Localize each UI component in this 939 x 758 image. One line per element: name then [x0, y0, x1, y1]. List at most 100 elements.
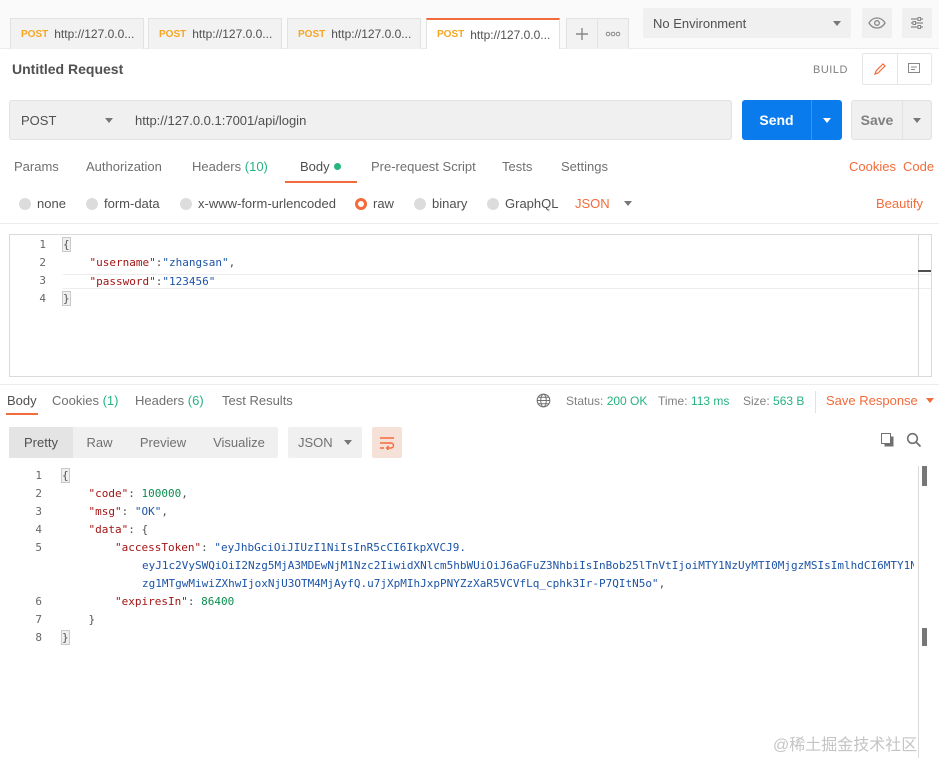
request-tab[interactable]: POST http://127.0.0... [287, 18, 421, 49]
radio-binary[interactable]: binary [414, 196, 467, 211]
radio-graphql[interactable]: GraphQL [487, 196, 558, 211]
json-key: "expiresIn" [114, 595, 188, 608]
save-options-button[interactable] [902, 101, 931, 139]
documentation-button[interactable] [898, 54, 932, 84]
json-string: "zhangsan" [162, 256, 229, 269]
response-view-toggle: Pretty Raw Preview Visualize [9, 427, 278, 458]
radio-circle-icon [487, 197, 499, 210]
save-response-button[interactable]: Save Response [826, 393, 934, 408]
manage-environments-button[interactable] [902, 8, 932, 38]
headers-count: (6) [187, 393, 204, 408]
response-tab-test-results[interactable]: Test Results [222, 393, 293, 408]
tab-method: POST [159, 28, 187, 40]
line-number: 2 [39, 256, 46, 269]
json-key: "code" [88, 487, 129, 500]
tab-headers-label: Headers [192, 159, 242, 174]
divider [0, 223, 939, 224]
response-tab-cookies[interactable]: Cookies (1) [52, 393, 118, 408]
method-label: POST [21, 112, 57, 128]
response-tab-headers[interactable]: Headers (6) [135, 393, 204, 408]
line-number: 3 [39, 274, 46, 287]
line-number: 3 [35, 505, 42, 518]
tab-params[interactable]: Params [14, 159, 59, 174]
json-string: zg1MTgwMiwiZXhwIjoxNjU3OTM4MjAyfQ.u7jXpM… [142, 577, 659, 590]
request-tab[interactable]: POST http://127.0.0... [10, 18, 144, 49]
view-preview[interactable]: Preview [126, 427, 200, 458]
ellipsis-icon [605, 31, 621, 37]
code-brace: } [61, 630, 70, 645]
divider [0, 384, 939, 385]
url-input[interactable]: http://127.0.0.1:7001/api/login [124, 100, 732, 140]
radio-label: binary [432, 196, 468, 211]
send-button[interactable]: Send [742, 100, 811, 140]
request-tab[interactable]: POST http://127.0.0... [148, 18, 282, 49]
code-brace: { [61, 468, 70, 483]
tab-settings[interactable]: Settings [561, 159, 608, 174]
tab-body[interactable]: Body [300, 159, 341, 174]
view-visualize[interactable]: Visualize [200, 427, 278, 458]
response-tab-body[interactable]: Body [7, 393, 37, 408]
body-format-select[interactable]: JSON [575, 196, 632, 211]
send-options-button[interactable] [811, 100, 842, 140]
globe-icon[interactable] [536, 393, 551, 411]
line-number: 5 [35, 541, 42, 554]
tab-method: POST [21, 28, 49, 40]
code-link[interactable]: Code [903, 159, 934, 174]
line-number: 4 [35, 523, 42, 536]
json-string: eyJ1c2VySWQiOiI2Nzg5MjA3MDEwNjM1Nzc2Iiwi… [142, 559, 914, 572]
json-string: "OK" [134, 505, 162, 518]
tab-tests[interactable]: Tests [502, 159, 532, 174]
response-format-label: JSON [298, 435, 333, 450]
search-button[interactable] [906, 432, 922, 451]
cookies-count: (1) [102, 393, 119, 408]
radio-raw[interactable]: raw [355, 196, 394, 211]
tab-url: http://127.0.0... [54, 27, 135, 41]
code-brace: } [88, 613, 96, 626]
radio-form-data[interactable]: form-data [86, 196, 160, 211]
size-readout: Size: 563 B [743, 394, 804, 408]
radio-urlencoded[interactable]: x-www-form-urlencoded [180, 196, 336, 211]
active-tab-indicator [6, 413, 38, 415]
new-tab-button[interactable] [566, 18, 598, 49]
beautify-button[interactable]: Beautify [876, 196, 923, 211]
view-pretty[interactable]: Pretty [9, 427, 73, 458]
edit-button[interactable] [863, 54, 898, 84]
chevron-down-icon [344, 440, 352, 445]
editor-scrollbar[interactable] [918, 235, 919, 376]
line-number: 8 [35, 631, 42, 644]
method-select[interactable]: POST [9, 100, 125, 140]
request-body-editor[interactable]: 1 2 3 4 { "username":"zhangsan", "passwo… [9, 234, 932, 377]
status-label: Status: [566, 394, 604, 408]
radio-label: GraphQL [505, 196, 559, 211]
tab-prerequest-script[interactable]: Pre-request Script [371, 159, 476, 174]
environment-select[interactable]: No Environment [643, 8, 851, 38]
response-scrollbar[interactable] [918, 466, 919, 758]
tab-authorization[interactable]: Authorization [86, 159, 162, 174]
time-readout: Time: 113 ms [658, 394, 729, 408]
cookies-link[interactable]: Cookies [849, 159, 896, 174]
chevron-down-icon [833, 20, 841, 26]
pencil-icon [873, 63, 886, 75]
tab-url: http://127.0.0... [192, 27, 273, 41]
save-button[interactable]: Save [852, 101, 902, 139]
url-value: http://127.0.0.1:7001/api/login [135, 112, 307, 128]
view-raw[interactable]: Raw [73, 427, 126, 458]
sliders-icon [911, 17, 923, 29]
radio-circle-icon [19, 197, 31, 210]
tab-label: Headers [135, 393, 185, 408]
chevron-down-icon [623, 201, 632, 206]
request-tab-active[interactable]: POST http://127.0.0... [426, 18, 560, 49]
response-format-select[interactable]: JSON [288, 427, 362, 458]
json-key: "msg" [88, 505, 122, 518]
copy-button[interactable] [880, 432, 896, 451]
line-number: 6 [35, 595, 42, 608]
scroll-marker [918, 270, 931, 272]
environment-quick-look-button[interactable] [862, 8, 892, 38]
code-brace: { [62, 237, 71, 252]
wrap-lines-button[interactable] [372, 427, 402, 458]
tab-headers[interactable]: Headers (10) [192, 159, 268, 174]
more-tabs-button[interactable] [597, 18, 629, 49]
response-body-viewer[interactable]: 1 2 3 4 5 6 7 8 { "code": 100000, "msg":… [0, 466, 939, 758]
request-title[interactable]: Untitled Request [12, 61, 123, 77]
radio-none[interactable]: none [19, 196, 66, 211]
